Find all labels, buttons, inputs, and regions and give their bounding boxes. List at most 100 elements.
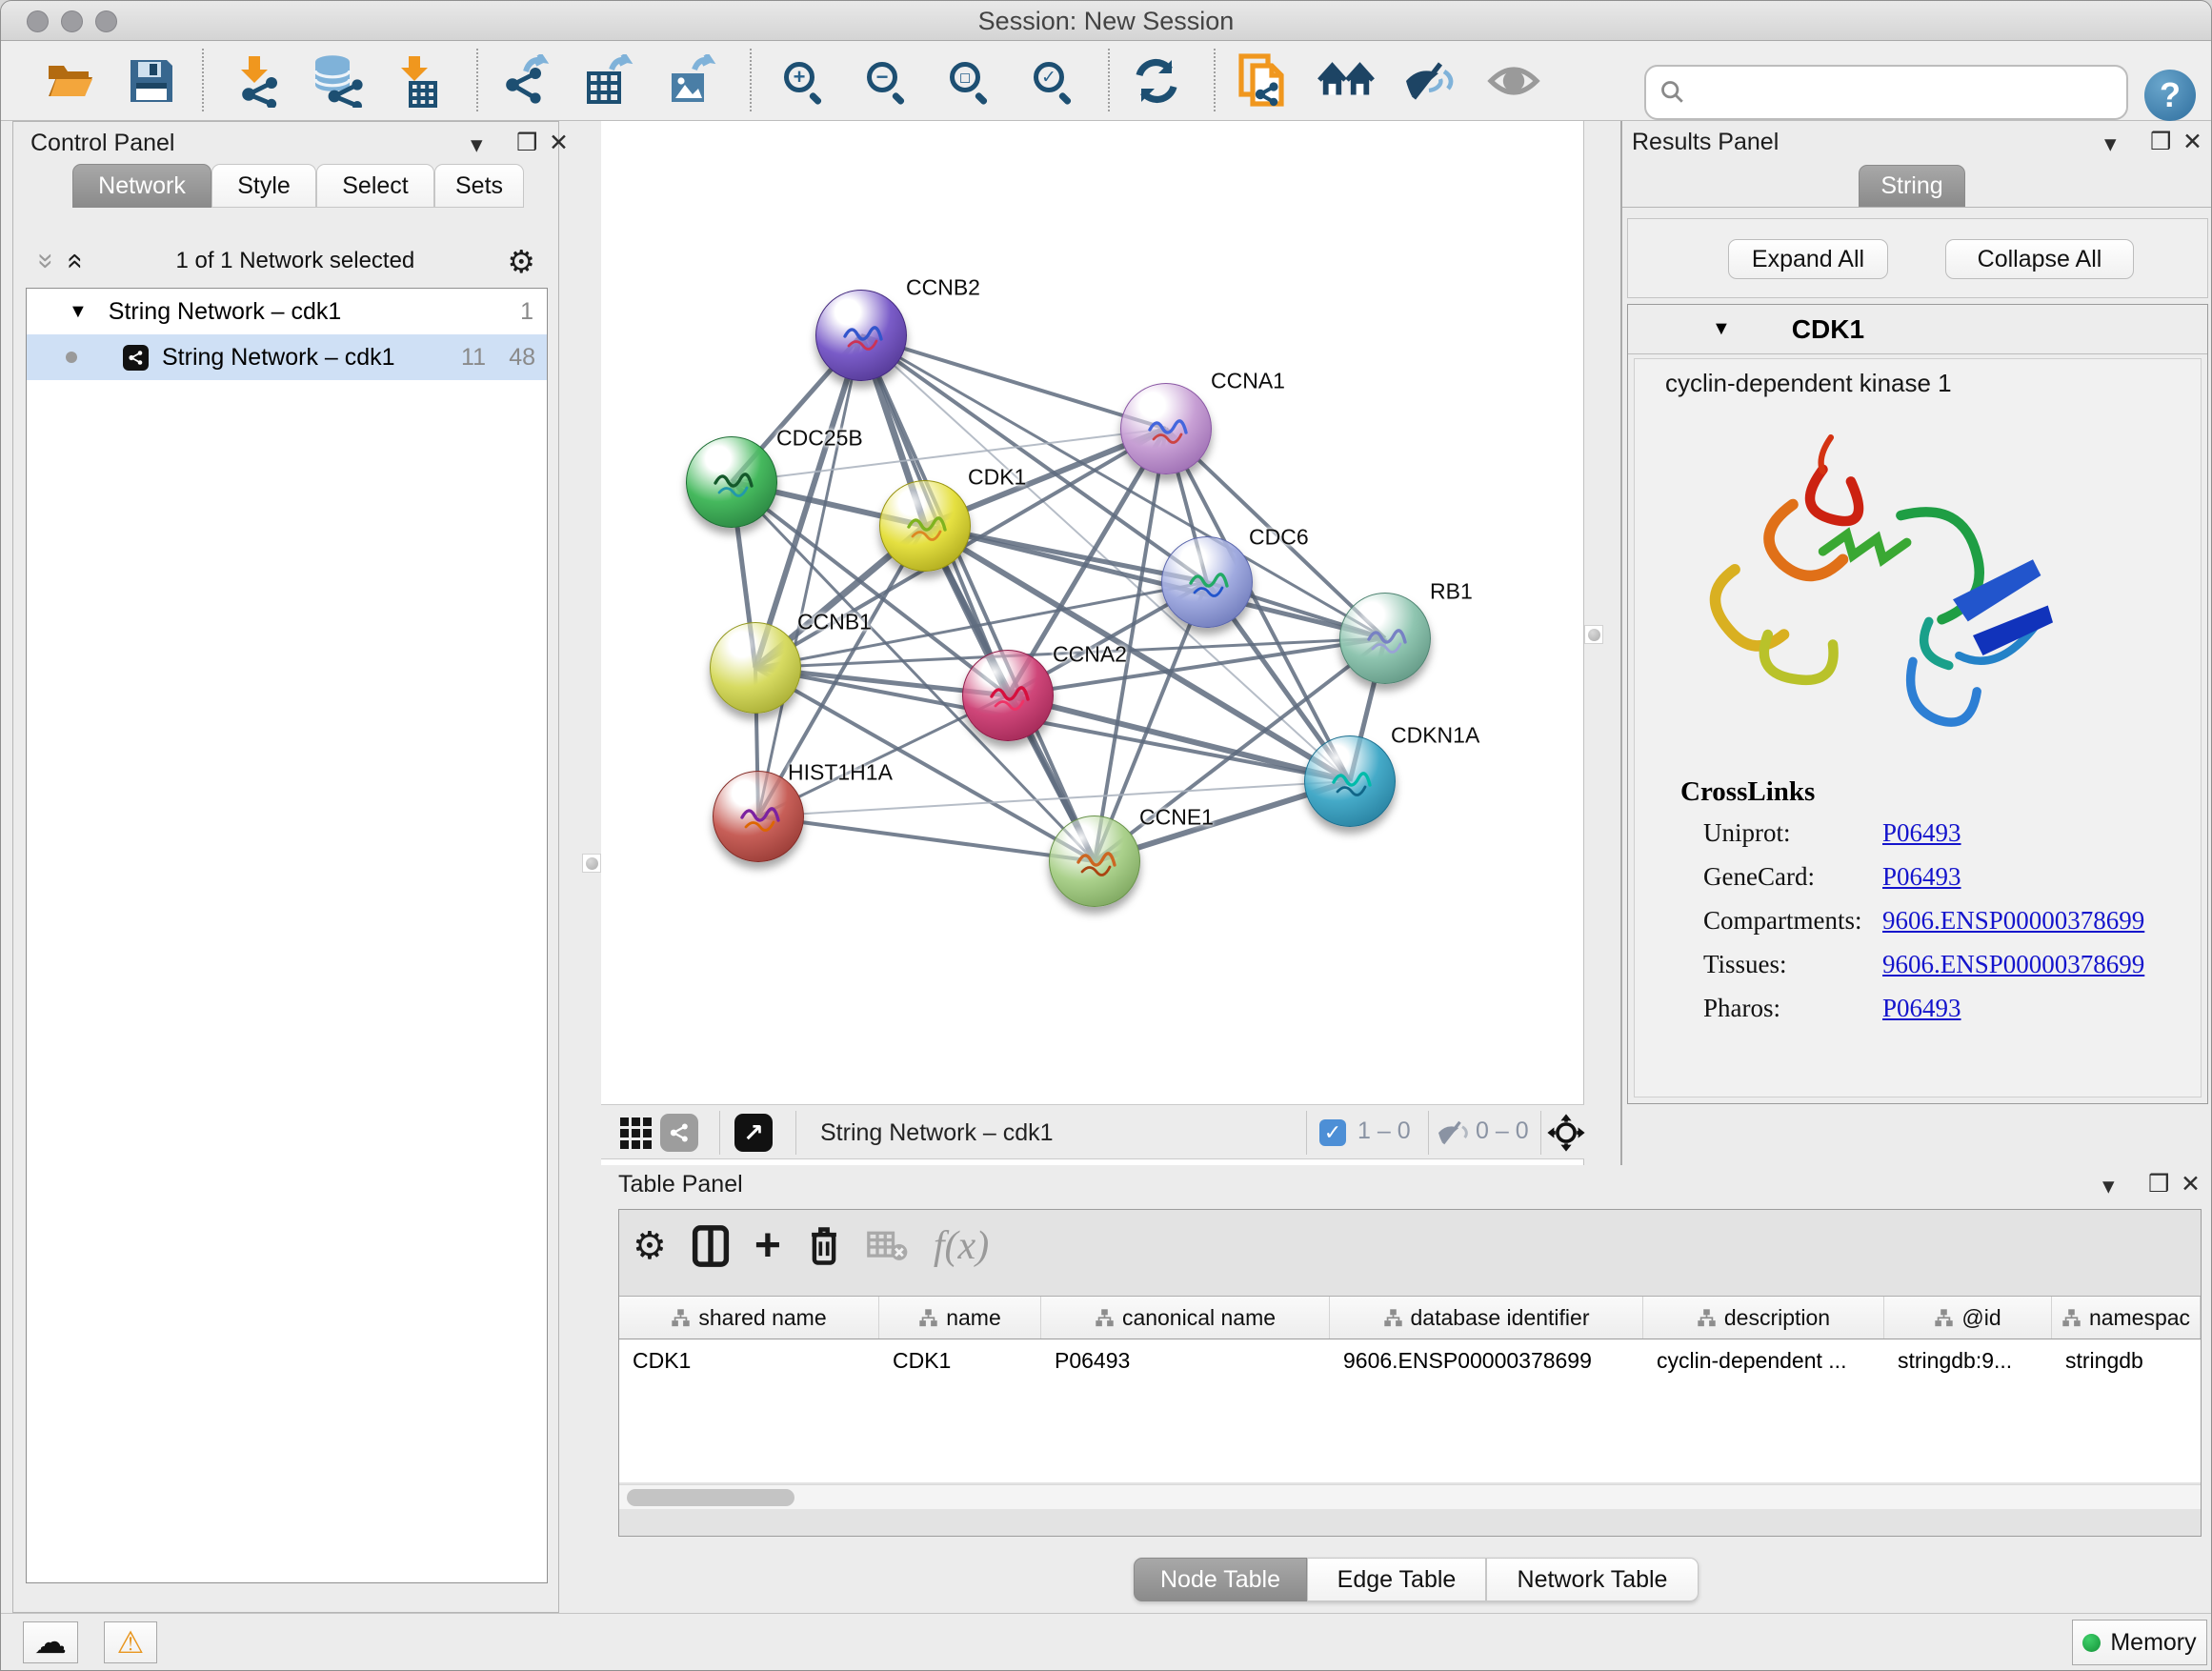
hide-selected-button[interactable] — [1400, 52, 1458, 110]
tab-select[interactable]: Select — [316, 164, 434, 208]
network-options-gear-icon[interactable]: ⚙ — [507, 243, 535, 280]
node-ccnb2[interactable] — [815, 290, 907, 381]
float-panel-icon[interactable]: ▾ — [2102, 1175, 2115, 1198]
show-all-button[interactable] — [1485, 52, 1542, 110]
edge[interactable] — [861, 335, 1166, 429]
zoom-out-button[interactable]: − — [855, 52, 913, 110]
help-button[interactable]: ? — [2144, 70, 2196, 121]
save-session-button[interactable] — [123, 52, 180, 110]
zoom-in-button[interactable]: + — [773, 52, 830, 110]
search-input[interactable] — [1686, 78, 2126, 107]
crosslink-row: GeneCard:P06493 — [1703, 862, 2189, 892]
maximize-panel-icon[interactable]: ❒ — [2148, 1173, 2169, 1197]
network-list-header: » « 1 of 1 Network selected ⚙ — [23, 234, 549, 288]
node-ccna1[interactable] — [1120, 383, 1212, 474]
cloud-button[interactable]: ☁ — [23, 1621, 78, 1663]
edge[interactable] — [758, 816, 1095, 861]
table-cell[interactable]: cyclin-dependent ... — [1643, 1339, 1884, 1381]
tab-style[interactable]: Style — [211, 164, 316, 208]
network-canvas[interactable]: CCNB2CCNA1CDC25BCDK1CDC6RB1CCNB1CCNA2CDK… — [601, 121, 1584, 1104]
close-panel-icon[interactable]: ✕ — [2182, 131, 2202, 154]
gene-header-row[interactable]: ▼ CDK1 — [1628, 305, 2207, 354]
table-row[interactable]: CDK1CDK1P064939606.ENSP00000378699cyclin… — [619, 1339, 2201, 1381]
export-table-button[interactable] — [579, 52, 636, 110]
node-cdk1[interactable] — [879, 480, 971, 572]
tab-network[interactable]: Network — [72, 164, 211, 208]
node-ccnb1[interactable] — [710, 622, 801, 714]
import-network-from-database-button[interactable] — [309, 52, 366, 110]
column-header-namespac[interactable]: namespac — [2052, 1297, 2201, 1339]
zoom-fit-button[interactable]: ◻ — [938, 52, 995, 110]
export-network-button[interactable] — [497, 52, 554, 110]
node-cdc6[interactable] — [1161, 536, 1253, 628]
crosslink-link[interactable]: 9606.ENSP00000378699 — [1882, 906, 2144, 936]
show-columns-icon[interactable] — [692, 1224, 730, 1268]
toolbar-separator — [750, 49, 752, 111]
expand-all-button[interactable]: Expand All — [1728, 239, 1888, 279]
table-cell[interactable]: 9606.ENSP00000378699 — [1330, 1339, 1643, 1381]
import-network-button[interactable] — [226, 52, 283, 110]
right-splitter-handle[interactable] — [1584, 625, 1603, 644]
edge[interactable] — [758, 335, 861, 816]
warning-button[interactable]: ⚠ — [104, 1621, 157, 1663]
delete-column-trash-icon[interactable] — [806, 1224, 842, 1268]
new-network-from-selection-button[interactable] — [1234, 52, 1291, 110]
collection-collapse-icon[interactable]: ▼ — [69, 301, 88, 323]
network-row-selected[interactable]: String Network – cdk1 11 48 — [27, 334, 547, 380]
gene-collapse-icon[interactable]: ▼ — [1712, 318, 1731, 340]
zoom-selected-button[interactable]: ✓ — [1022, 52, 1079, 110]
maximize-panel-icon[interactable]: ❒ — [2150, 131, 2171, 154]
column-header-canonical-name[interactable]: canonical name — [1041, 1297, 1330, 1339]
search-field[interactable] — [1644, 65, 2128, 120]
tab-edge-table[interactable]: Edge Table — [1307, 1558, 1486, 1601]
table-cell[interactable]: P06493 — [1041, 1339, 1330, 1381]
table-options-gear-icon[interactable]: ⚙ — [633, 1224, 667, 1268]
column-header-database-identifier[interactable]: database identifier — [1330, 1297, 1643, 1339]
tab-network-table[interactable]: Network Table — [1486, 1558, 1699, 1601]
float-panel-icon[interactable]: ▾ — [471, 133, 483, 157]
scrollbar-thumb[interactable] — [627, 1489, 794, 1506]
node-cdc25b[interactable] — [686, 436, 777, 528]
open-session-button[interactable] — [43, 52, 100, 110]
left-splitter-handle[interactable] — [582, 854, 601, 873]
node-ccna2[interactable] — [962, 650, 1054, 741]
edge[interactable] — [861, 335, 1095, 861]
birdseye-view-button[interactable]: ↗ — [734, 1114, 773, 1152]
close-panel-icon[interactable]: ✕ — [2181, 1173, 2201, 1197]
tab-string[interactable]: String — [1859, 165, 1965, 207]
node-ccne1[interactable] — [1049, 815, 1140, 907]
memory-button[interactable]: Memory — [2072, 1620, 2207, 1665]
column-header-name[interactable]: name — [879, 1297, 1041, 1339]
crosslink-link[interactable]: 9606.ENSP00000378699 — [1882, 950, 2144, 979]
add-column-icon[interactable]: + — [754, 1228, 781, 1264]
tab-sets[interactable]: Sets — [434, 164, 524, 208]
column-header--id[interactable]: @id — [1884, 1297, 2052, 1339]
expand-all-networks-icon[interactable]: » — [31, 253, 60, 270]
grid-view-button[interactable] — [620, 1114, 652, 1152]
table-cell[interactable]: stringdb — [2052, 1339, 2201, 1381]
column-header-description[interactable]: description — [1643, 1297, 1884, 1339]
horizontal-scrollbar[interactable] — [619, 1484, 2201, 1509]
network-collection-row[interactable]: ▼ String Network – cdk1 1 — [27, 289, 547, 334]
first-neighbors-button[interactable] — [1317, 52, 1375, 110]
close-panel-icon[interactable]: ✕ — [549, 131, 569, 155]
maximize-panel-icon[interactable]: ❒ — [516, 131, 537, 155]
import-table-button[interactable] — [392, 52, 449, 110]
float-panel-icon[interactable]: ▾ — [2104, 132, 2117, 156]
export-image-button[interactable] — [662, 52, 719, 110]
pan-mode-button[interactable] — [1546, 1114, 1586, 1152]
node-rb1[interactable] — [1339, 593, 1431, 684]
node-cdkn1a[interactable] — [1304, 735, 1396, 827]
column-header-shared-name[interactable]: shared name — [619, 1297, 879, 1339]
crosslink-link[interactable]: P06493 — [1882, 994, 1961, 1023]
table-cell[interactable]: stringdb:9... — [1884, 1339, 2052, 1381]
collapse-all-button[interactable]: Collapse All — [1945, 239, 2134, 279]
crosslink-link[interactable]: P06493 — [1882, 862, 1961, 892]
table-cell[interactable]: CDK1 — [619, 1339, 879, 1381]
tab-node-table[interactable]: Node Table — [1134, 1558, 1307, 1601]
network-overview-button[interactable] — [660, 1114, 698, 1152]
collapse-all-networks-icon[interactable]: « — [61, 253, 90, 270]
refresh-button[interactable] — [1128, 52, 1185, 110]
table-cell[interactable]: CDK1 — [879, 1339, 1041, 1381]
crosslink-link[interactable]: P06493 — [1882, 818, 1961, 848]
